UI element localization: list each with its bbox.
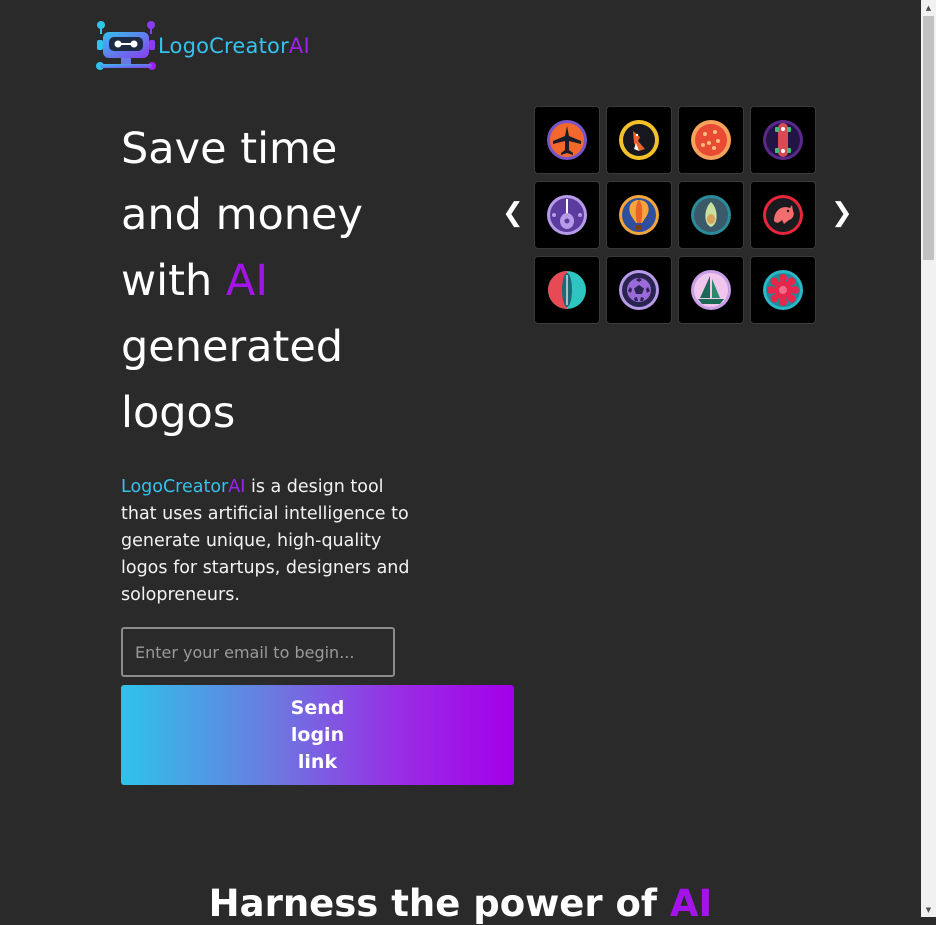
brand-name-part2: AI xyxy=(288,34,310,58)
brand-name-part1: LogoCreator xyxy=(158,34,289,58)
logo-tile[interactable] xyxy=(606,181,672,249)
fox-logo-icon xyxy=(619,120,659,160)
logo-tile[interactable] xyxy=(606,106,672,174)
surfboard-logo-icon xyxy=(548,271,586,309)
logo-tile[interactable] xyxy=(750,181,816,249)
logo-tile[interactable] xyxy=(606,256,672,324)
scrollbar-thumb[interactable] xyxy=(923,16,934,260)
hero-title-line3-pre: with xyxy=(121,256,226,306)
desc-brand-part2: AI xyxy=(228,477,246,497)
hero-title-line1: Save time xyxy=(121,124,338,174)
send-login-link-button[interactable]: Send login link xyxy=(121,685,514,785)
brand-name: LogoCreatorAI xyxy=(158,34,310,58)
logo-tile[interactable] xyxy=(678,106,744,174)
carousel-prev-button[interactable]: ❮ xyxy=(502,198,524,228)
hero-description: LogoCreatorAI is a design tool that uses… xyxy=(121,474,411,609)
logo-tile[interactable] xyxy=(678,181,744,249)
hero-title-ai: AI xyxy=(225,256,269,306)
carousel-next-button[interactable]: ❯ xyxy=(831,198,853,228)
send-button-line2: login xyxy=(290,723,345,746)
section-title-ai: AI xyxy=(669,882,713,925)
avocado-logo-icon xyxy=(691,195,731,235)
sailboat-logo-icon xyxy=(691,270,731,310)
logo-gallery xyxy=(534,106,816,324)
robot-icon xyxy=(96,21,156,70)
email-input[interactable] xyxy=(121,627,395,677)
flower-logo-icon xyxy=(763,270,803,310)
logo-tile[interactable] xyxy=(678,256,744,324)
skateboard-logo-icon xyxy=(763,120,803,160)
scroll-down-arrow-icon[interactable]: ▼ xyxy=(921,902,936,917)
soccer-ball-logo-icon xyxy=(619,270,659,310)
airplane-logo-icon xyxy=(547,120,587,160)
desc-brand-part1: LogoCreator xyxy=(121,477,229,497)
hero-title-line2: and money xyxy=(121,190,363,240)
brand-logo[interactable]: LogoCreatorAI xyxy=(95,20,310,72)
logo-tile[interactable] xyxy=(750,106,816,174)
hero-title: Save time and money with AI generated lo… xyxy=(121,116,451,446)
features-section-title: Harness the power of AI xyxy=(0,882,921,925)
send-button-line1: Send xyxy=(290,696,345,719)
logo-tile[interactable] xyxy=(534,256,600,324)
send-button-line3: link xyxy=(297,750,338,773)
dragon-logo-icon xyxy=(763,195,803,235)
page-scrollbar[interactable]: ▲ ▼ xyxy=(921,0,936,917)
hot-air-balloon-logo-icon xyxy=(619,195,659,235)
logo-tile[interactable] xyxy=(534,181,600,249)
hero-title-line4: generated xyxy=(121,322,344,372)
pizza-logo-icon xyxy=(691,120,731,160)
hero-title-line5: logos xyxy=(121,388,236,438)
logo-tile[interactable] xyxy=(534,106,600,174)
scroll-up-arrow-icon[interactable]: ▲ xyxy=(921,0,936,15)
guitar-logo-icon xyxy=(547,195,587,235)
logo-tile[interactable] xyxy=(750,256,816,324)
section-title-pre: Harness the power of xyxy=(208,882,670,925)
